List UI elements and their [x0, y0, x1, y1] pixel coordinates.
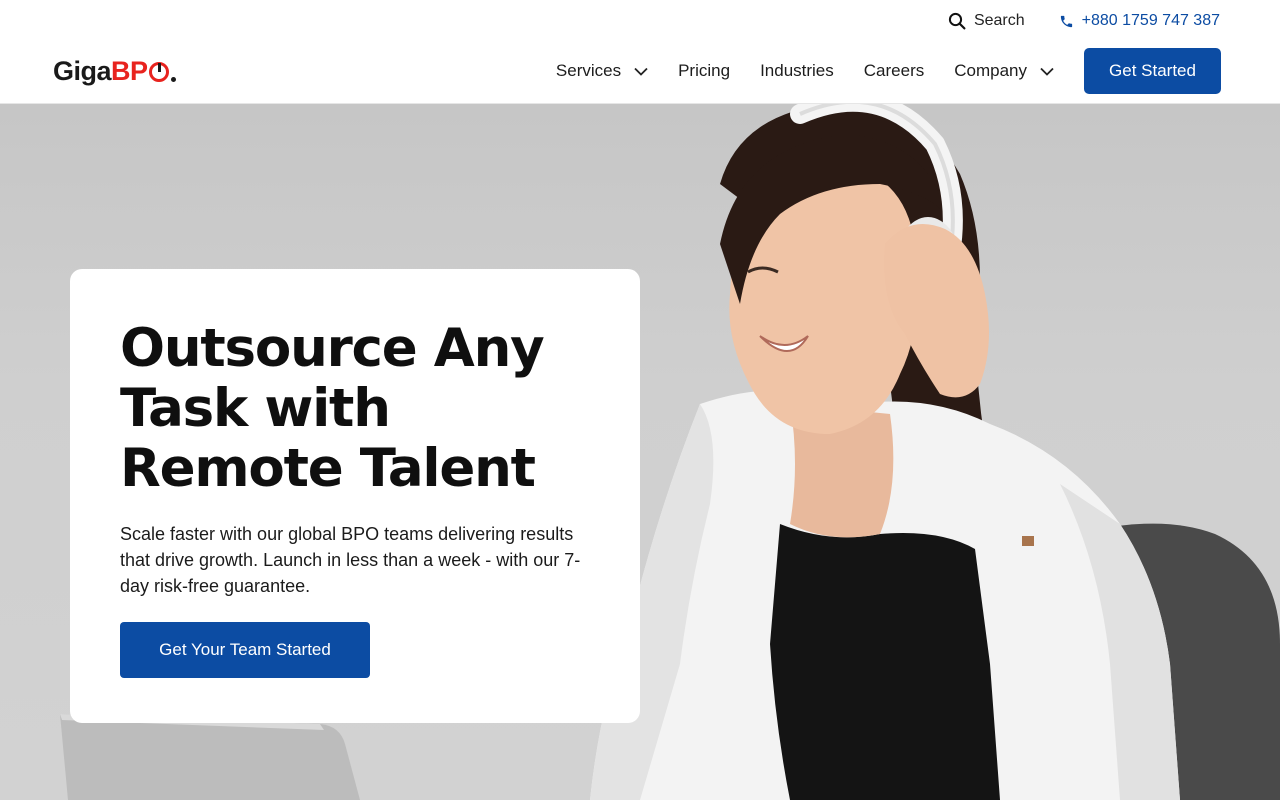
nav-industries-label: Industries: [760, 61, 834, 80]
utility-bar: Search +880 1759 747 387: [948, 10, 1220, 32]
nav-company-label: Company: [954, 61, 1027, 80]
nav-careers-label: Careers: [863, 61, 925, 80]
nav-careers[interactable]: Careers: [849, 48, 939, 94]
hero-title-line-2: Task with: [120, 378, 391, 439]
hero-card: Outsource Any Task with Remote Talent Sc…: [70, 269, 640, 723]
site-header: Search +880 1759 747 387 Giga BP Service…: [0, 0, 1280, 104]
phone-number: +880 1759 747 387: [1081, 12, 1220, 29]
hero-title-line-3: Remote Talent: [120, 438, 536, 499]
hero-title: Outsource Any Task with Remote Talent: [120, 319, 590, 499]
logo-power-o-icon: [148, 61, 169, 82]
logo-text-bpo: BP: [111, 58, 176, 85]
gigabpo-logo[interactable]: Giga BP: [53, 58, 176, 85]
logo-text-bp: BP: [111, 56, 148, 86]
nav-industries[interactable]: Industries: [745, 48, 849, 94]
search-label: Search: [973, 12, 1025, 29]
nav-company[interactable]: Company: [939, 48, 1069, 94]
nav-pricing-label: Pricing: [678, 61, 731, 80]
hero-section: Outsource Any Task with Remote Talent Sc…: [0, 104, 1280, 800]
search-icon: [948, 12, 966, 30]
nav-services-label: Services: [555, 61, 622, 80]
nav-services[interactable]: Services: [541, 48, 663, 94]
chevron-down-icon: [634, 67, 648, 76]
main-nav: Services Pricing Industries Careers Comp…: [541, 48, 1221, 94]
get-your-team-started-button[interactable]: Get Your Team Started: [120, 622, 370, 678]
phone-icon: [1060, 15, 1072, 27]
get-started-button[interactable]: Get Started: [1084, 48, 1221, 94]
search-link[interactable]: Search: [948, 12, 1025, 30]
logo-dot: [170, 77, 176, 82]
hero-title-line-1: Outsource Any: [120, 318, 545, 379]
hero-description: Scale faster with our global BPO teams d…: [120, 524, 581, 596]
nav-pricing[interactable]: Pricing: [663, 48, 745, 94]
phone-link[interactable]: +880 1759 747 387: [1059, 12, 1220, 30]
logo-text-giga: Giga: [53, 56, 112, 86]
chevron-down-icon: [1040, 67, 1054, 76]
